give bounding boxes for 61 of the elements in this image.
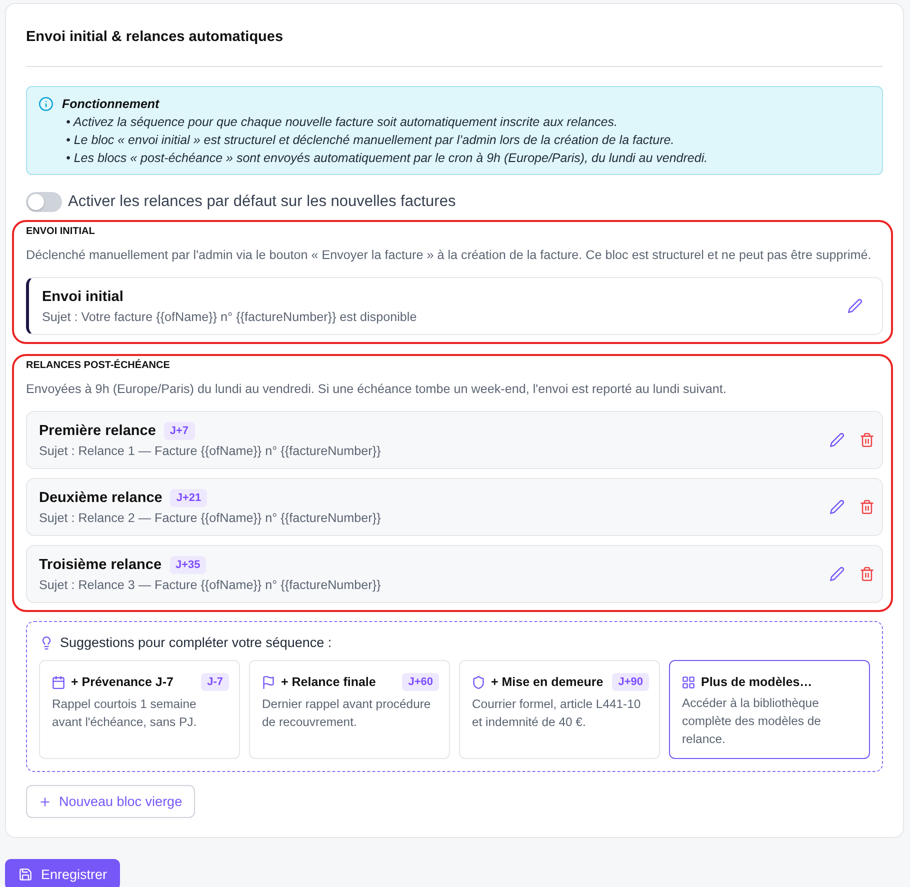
trash-icon xyxy=(860,567,874,581)
delay-badge: J+7 xyxy=(164,422,195,440)
delete-button[interactable] xyxy=(860,500,874,514)
delay-badge: J+35 xyxy=(170,556,206,574)
pencil-icon xyxy=(830,567,844,581)
new-block-button[interactable]: Nouveau bloc vierge xyxy=(26,785,196,818)
edit-button[interactable] xyxy=(848,299,862,313)
section-title: Envoi initial & relances automatiques xyxy=(26,28,284,47)
block-title: Troisième relance xyxy=(39,556,162,574)
block-subject: Sujet : Relance 1 — Facture {{ofName}} n° {{factureNumber}} xyxy=(39,442,382,460)
delay-badge: J+60 xyxy=(402,673,439,691)
plus-icon xyxy=(39,796,51,808)
suggestion-card[interactable]: Plus de modèles… Accéder à la bibliothèque complète des modèles de relance. xyxy=(669,660,870,759)
block-title: Envoi initial xyxy=(42,288,124,306)
info-bullet: • Le bloc « envoi initial » est structurel et déclenché manuellement par l’admin lors de la création de la facture. xyxy=(65,132,676,149)
trash-icon xyxy=(860,500,874,514)
group-description: Envoyées à 9h (Europe/Paris) du lundi au vendredi. Si une échéance tombe un week-end, l'envoi est reporté au lundi suivant. xyxy=(26,381,728,398)
block-title: Première relance xyxy=(39,422,156,440)
delete-button[interactable] xyxy=(860,433,874,447)
edit-button[interactable] xyxy=(830,567,844,581)
toggle-label: Activer les relances par défaut sur les nouvelles factures xyxy=(68,192,456,212)
suggestion-title: + Prévenance J-7 xyxy=(71,674,174,690)
group-description: Déclenché manuellement par l'admin via le bouton « Envoyer la facture » à la création de la facture. Ce bloc est structurel et ne peut pas être supprimé. xyxy=(26,247,872,264)
toggle-switch[interactable] xyxy=(26,192,62,212)
delay-badge: J+21 xyxy=(170,488,208,506)
delay-badge: J-7 xyxy=(201,673,229,691)
info-title: Fonctionnement xyxy=(62,96,160,113)
suggestion-title: + Mise en demeure xyxy=(491,674,604,690)
suggestion-card[interactable]: + Relance finale J+60 Dernier rappel avant procédure de recouvrement. xyxy=(249,660,450,759)
info-icon xyxy=(39,97,53,111)
pencil-icon xyxy=(830,500,844,514)
delay-badge: J+90 xyxy=(612,673,649,691)
suggestion-description: Dernier rappel avant procédure de recouvrement. xyxy=(262,696,432,731)
edit-button[interactable] xyxy=(830,500,844,514)
block-subject: Sujet : Votre facture {{ofName}} n° {{factureNumber}} est disponible xyxy=(42,308,418,326)
lightbulb-icon xyxy=(40,636,53,650)
grid-icon xyxy=(682,676,695,688)
calendar-icon xyxy=(52,676,65,688)
delete-button[interactable] xyxy=(860,567,874,581)
block-subject: Sujet : Relance 3 — Facture {{ofName}} n° {{factureNumber}} xyxy=(39,576,382,594)
info-bullet: • Les blocs « post-échéance » sont envoyés automatiquement par le cron à 9h (Europe/Paris), du lundi au vendredi. xyxy=(65,150,708,167)
group-heading: ENVOI INITIAL xyxy=(26,225,96,239)
suggestion-description: Courrier formel, article L441-10 et indemnité de 40 €. xyxy=(472,696,642,731)
suggestion-card[interactable]: + Prévenance J-7 J-7 Rappel courtois 1 semaine avant l'échéance, sans PJ. xyxy=(39,660,240,759)
suggestion-description: Accéder à la bibliothèque complète des modèles de relance. xyxy=(682,695,822,748)
suggestion-title: + Relance finale xyxy=(281,674,377,690)
save-button[interactable]: Enregistrer xyxy=(5,859,120,887)
pencil-icon xyxy=(830,433,844,447)
edit-button[interactable] xyxy=(830,433,844,447)
pencil-icon xyxy=(848,299,862,313)
trash-icon xyxy=(860,433,874,447)
block-title: Deuxième relance xyxy=(39,488,162,508)
flag-icon xyxy=(262,676,275,688)
block-subject: Sujet : Relance 2 — Facture {{ofName}} n° {{factureNumber}} xyxy=(39,510,382,526)
suggestion-card[interactable]: + Mise en demeure J+90 Courrier formel, article L441-10 et indemnité de 40 €. xyxy=(459,660,660,759)
info-bullet: • Activez la séquence pour que chaque nouvelle facture soit automatiquement inscrite aux relances. xyxy=(65,114,618,131)
group-heading: RELANCES POST-ÉCHÉANCE xyxy=(26,359,171,373)
suggestions-title: Suggestions pour compléter votre séquence : xyxy=(60,634,332,652)
suggestion-title: Plus de modèles… xyxy=(701,674,814,690)
suggestion-description: Rappel courtois 1 semaine avant l'échéance, sans PJ. xyxy=(52,696,198,731)
shield-icon xyxy=(472,676,485,688)
